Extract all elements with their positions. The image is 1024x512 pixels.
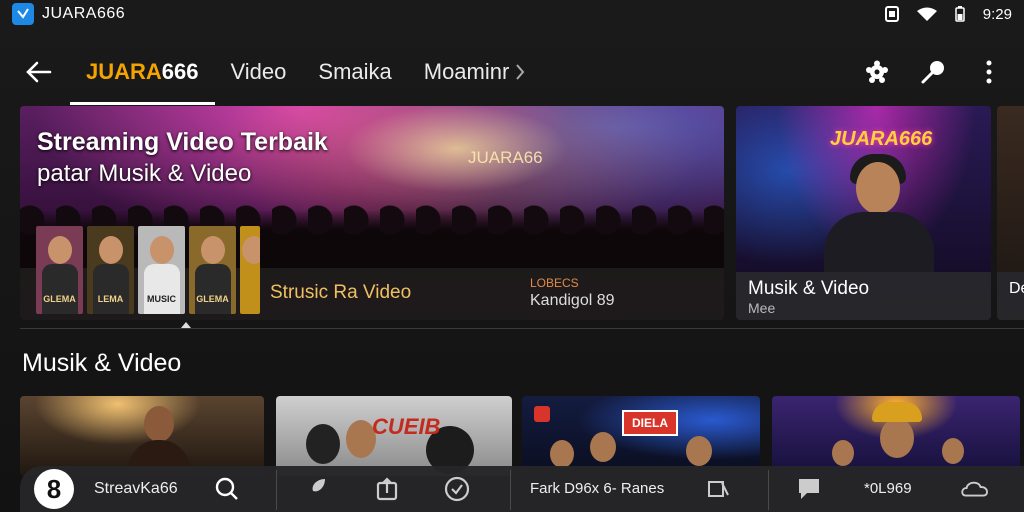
rocket-icon — [307, 479, 325, 497]
artist-thumbnail[interactable]: MUSIC — [138, 226, 185, 314]
bookmark-icon — [708, 481, 729, 497]
featured-card-footer: Musik & Video Mee — [736, 272, 991, 320]
nav-actions — [860, 55, 1006, 89]
avatar[interactable]: 8 — [34, 469, 74, 509]
video-card[interactable] — [772, 396, 1020, 476]
tab-moaminr-label: Moaminr — [423, 59, 510, 84]
microphone-icon — [921, 61, 944, 84]
top-navigation: JUARA 666 Video Smaika Moaminr — [0, 40, 1024, 105]
battery-icon — [955, 6, 965, 22]
video-card-label: CUEIB — [372, 414, 441, 439]
status-time: 9:29 — [982, 5, 1012, 23]
section-title: Musik & Video — [22, 349, 182, 377]
chevron-right-icon — [516, 64, 525, 80]
chat-button[interactable] — [794, 474, 824, 504]
video-card-label: DIELA — [622, 410, 678, 436]
status-right: 9:29 — [884, 5, 1012, 23]
hero-title: Streaming Video Terbaik — [37, 128, 328, 156]
status-app-title: JUARA666 — [42, 5, 126, 22]
bottom-right-label: *0L969 — [864, 480, 912, 497]
featured-card[interactable]: JUARA666 Musik & Video Mee — [736, 106, 991, 320]
thumbnail-label: LEMA — [97, 294, 124, 304]
hero-caption: Strusic Ra Video — [270, 282, 412, 303]
cloud-button[interactable] — [960, 474, 990, 504]
search-button[interactable] — [212, 474, 242, 504]
video-card[interactable] — [20, 396, 264, 476]
chat-icon — [799, 479, 819, 499]
explore-button[interactable] — [300, 474, 330, 504]
hero-meta-label: LOBECS — [530, 276, 579, 290]
search-icon — [215, 477, 238, 500]
artist-thumbnail[interactable]: GLEMA — [36, 226, 83, 314]
thumbnail-label: GLEMA — [43, 294, 76, 304]
hero-banner[interactable]: Streaming Video Terbaik patar Musik & Vi… — [20, 106, 724, 320]
more-button[interactable] — [972, 55, 1006, 89]
thumbnail-label: MUSIC — [147, 294, 176, 304]
tab-brand-suffix: 666 — [161, 59, 199, 84]
app-screen: JUARA666 9:29 JUARA 666 Video Smaika Moa… — [0, 0, 1024, 512]
hero-meta-value: Kandigol 89 — [530, 292, 615, 309]
user-label: StreavKa66 — [94, 480, 178, 497]
featured-card-subtitle: Mee — [748, 300, 776, 316]
tab-smaika[interactable]: Smaika — [302, 40, 407, 104]
tab-brand-prefix: JUARA — [86, 59, 162, 84]
settings-icon — [866, 60, 888, 83]
tab-bar: JUARA 666 Video Smaika Moaminr — [70, 40, 542, 105]
upload-icon — [376, 477, 398, 501]
screenshot-icon — [884, 6, 899, 22]
compass-button[interactable] — [442, 474, 472, 504]
compass-icon — [444, 476, 470, 502]
back-button[interactable] — [14, 47, 64, 97]
thumbnail-label: GLEMA — [196, 294, 229, 304]
artist-thumbnails: GLEMA LEMA MUSIC GLEMA — [36, 226, 260, 314]
app-logo-icon — [534, 406, 550, 422]
arrow-left-icon — [26, 61, 52, 83]
more-vertical-icon — [986, 60, 992, 84]
bottom-center-label: Fark D96x 6- Ranes — [530, 480, 665, 497]
bottom-bar: 8 StreavKa66 Fark D96x 6- Ranes *0L969 — [20, 466, 1024, 512]
bookmark-button[interactable] — [704, 474, 734, 504]
featured-card-brand: JUARA666 — [830, 128, 933, 150]
settings-button[interactable] — [860, 55, 894, 89]
app-logo-icon — [12, 3, 34, 25]
video-card[interactable]: DIELA — [522, 396, 760, 476]
artist-thumbnail[interactable] — [240, 226, 260, 314]
hero-stage-brand: JUARA66 — [468, 148, 543, 167]
microphone-button[interactable] — [916, 55, 950, 89]
tab-moaminr[interactable]: Moaminr — [408, 40, 542, 104]
artist-thumbnail[interactable]: LEMA — [87, 226, 134, 314]
tab-video[interactable]: Video — [215, 40, 303, 104]
video-card[interactable]: CUEIB — [276, 396, 512, 476]
hero-subtitle: patar Musik & Video — [37, 160, 252, 187]
cloud-icon — [961, 481, 988, 497]
artist-thumbnail[interactable]: GLEMA — [189, 226, 236, 314]
next-card-title: De — [1009, 280, 1024, 297]
section-divider — [20, 328, 1024, 329]
singer-image — [856, 162, 900, 214]
status-bar: JUARA666 9:29 — [0, 0, 1024, 28]
next-card-peek[interactable]: De — [997, 106, 1024, 320]
wifi-icon — [916, 7, 937, 21]
featured-card-title: Musik & Video — [748, 278, 870, 299]
upload-button[interactable] — [372, 474, 402, 504]
tab-juara666[interactable]: JUARA 666 — [70, 40, 215, 105]
